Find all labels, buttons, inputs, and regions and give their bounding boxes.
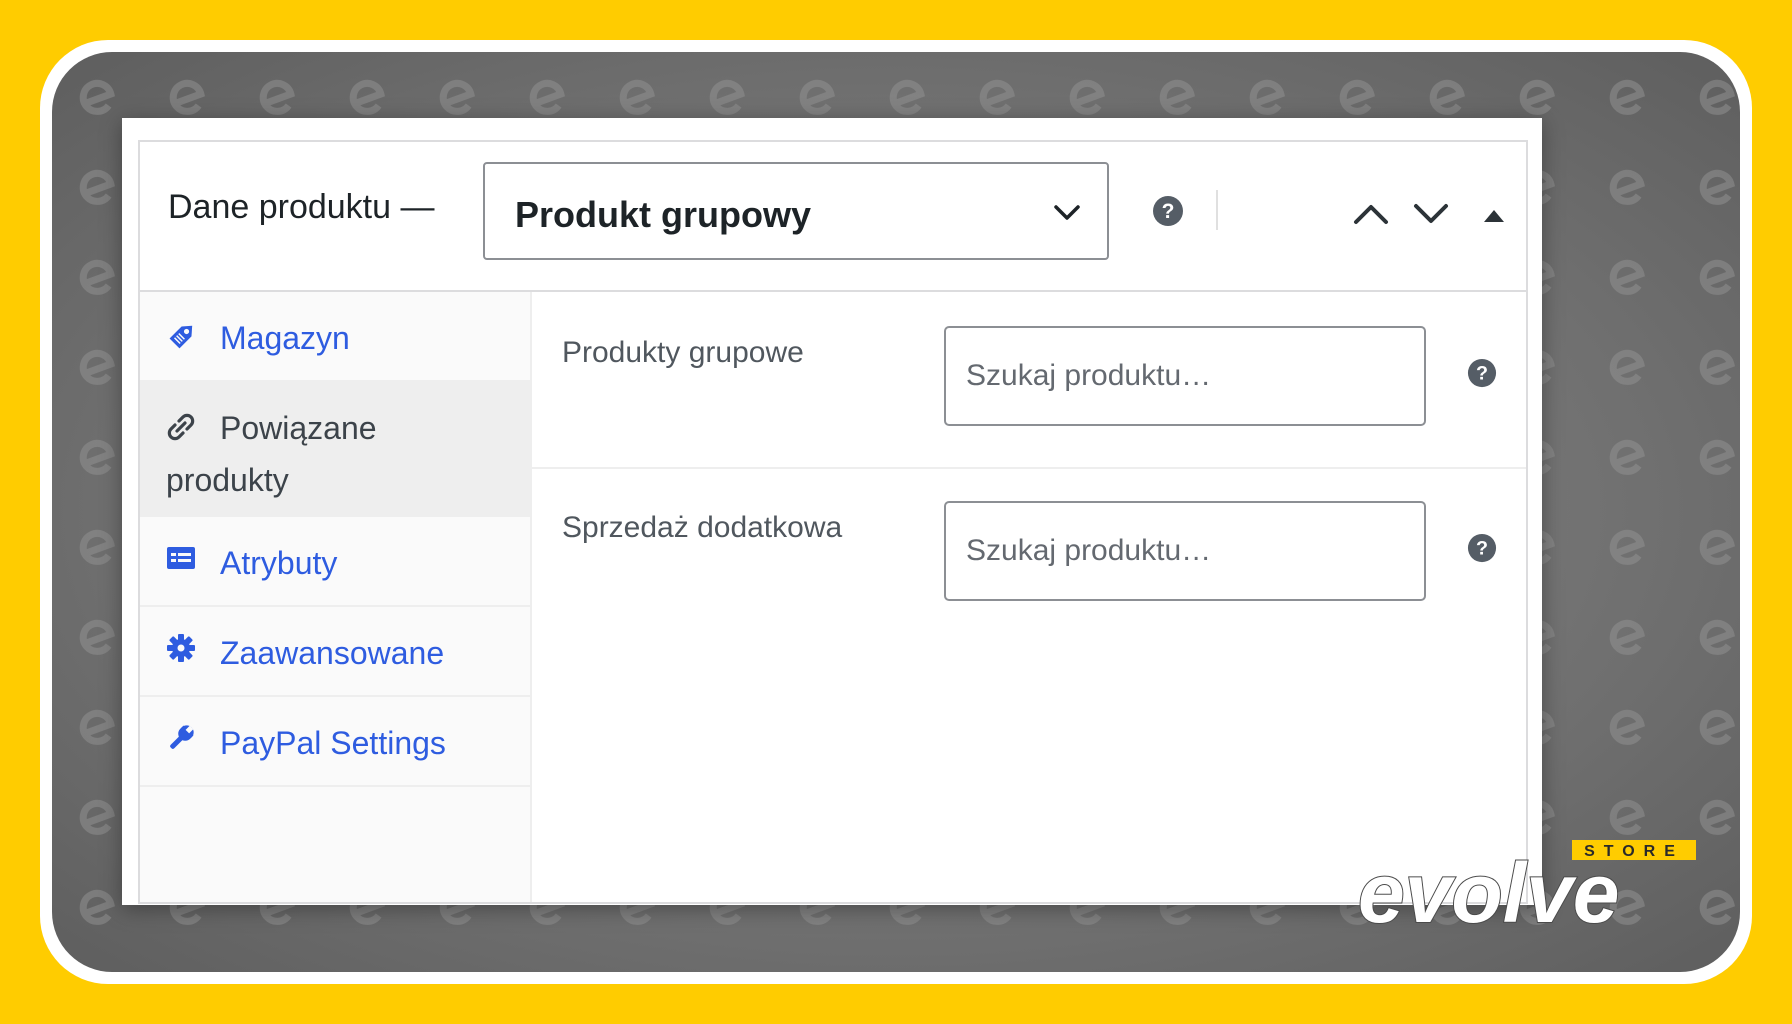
linked-products-panel: Produkty grupowe ? Sprzedaż dodatkowa ? xyxy=(532,292,1526,902)
panel-header: Dane produktu — Produkt grupowy ? xyxy=(140,142,1526,292)
chevron-down-icon xyxy=(1054,205,1080,220)
upsells-row: Sprzedaż dodatkowa ? xyxy=(532,469,1526,644)
tab-paypal-settings[interactable]: PayPal Settings xyxy=(140,697,530,787)
product-data-box: Dane produktu — Produkt grupowy ? Magazy… xyxy=(138,140,1528,904)
tab-powiazane-produkty[interactable]: Powiązane produkty xyxy=(140,382,530,517)
svg-text:?: ? xyxy=(1476,538,1488,560)
chevron-down-icon[interactable] xyxy=(1412,202,1450,226)
product-type-select[interactable]: Produkt grupowy xyxy=(483,162,1109,260)
upsells-search-input[interactable] xyxy=(944,501,1426,601)
tab-label: Powiązane produkty xyxy=(166,410,377,498)
gear-icon xyxy=(167,634,195,662)
svg-text:?: ? xyxy=(1476,363,1488,385)
product-data-tabs: Magazyn Powiązane produkty Atrybuty Zaaw… xyxy=(140,292,532,902)
product-type-selected: Produkt grupowy xyxy=(515,194,811,235)
svg-text:?: ? xyxy=(1162,200,1175,223)
chevron-up-icon[interactable] xyxy=(1352,202,1390,226)
collapse-triangle-icon[interactable] xyxy=(1482,208,1506,224)
help-icon[interactable]: ? xyxy=(1467,358,1497,388)
grouped-products-search-input[interactable] xyxy=(944,326,1426,426)
tab-zaawansowane[interactable]: Zaawansowane xyxy=(140,607,530,697)
tab-label: Zaawansowane xyxy=(220,635,445,671)
grouped-products-label: Produkty grupowe xyxy=(562,336,804,369)
tab-label: Atrybuty xyxy=(220,545,338,581)
logo-wordmark: evolve xyxy=(1358,846,1620,936)
help-icon[interactable]: ? xyxy=(1152,195,1184,227)
tab-atrybuty[interactable]: Atrybuty xyxy=(140,517,530,607)
tab-label: Magazyn xyxy=(220,320,350,356)
panel-title: Dane produktu — xyxy=(168,188,435,226)
grouped-products-row: Produkty grupowe ? xyxy=(532,292,1526,467)
evolve-store-logo: STORE evolve xyxy=(1357,840,1696,936)
help-icon[interactable]: ? xyxy=(1467,533,1497,563)
tab-label: PayPal Settings xyxy=(220,725,446,761)
upsells-label: Sprzedaż dodatkowa xyxy=(562,511,843,544)
tab-magazyn[interactable]: Magazyn xyxy=(140,292,530,382)
header-separator xyxy=(1216,190,1218,230)
product-data-panel: Dane produktu — Produkt grupowy ? Magazy… xyxy=(122,118,1542,905)
attributes-list-icon xyxy=(167,547,195,569)
wrench-icon xyxy=(170,725,194,749)
tag-icon xyxy=(169,325,193,349)
